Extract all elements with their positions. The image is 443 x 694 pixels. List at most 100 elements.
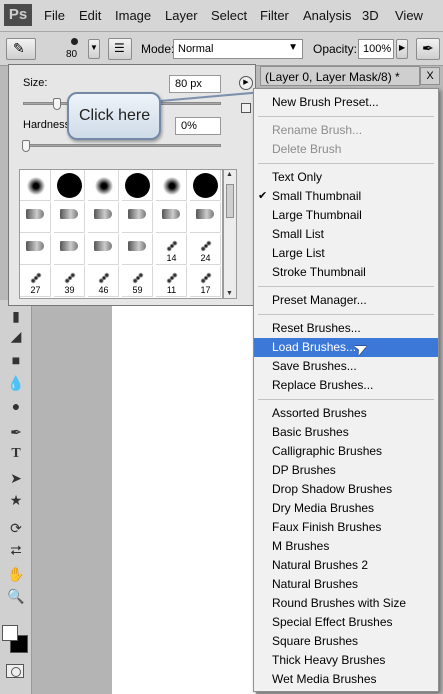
menu-item-preset-manager[interactable]: Preset Manager... — [254, 291, 438, 310]
menu-analysis[interactable]: Analysis — [303, 8, 351, 23]
brush-preset[interactable]: 17 — [190, 266, 221, 297]
document-tab[interactable]: (Layer 0, Layer Mask/8) * — [260, 66, 420, 86]
menu-item-basic-brushes[interactable]: Basic Brushes — [254, 423, 438, 442]
new-preset-icon[interactable] — [241, 103, 251, 113]
brush-preset[interactable]: 11 — [156, 266, 187, 297]
brush-preset[interactable] — [20, 202, 51, 233]
paint-bucket-icon[interactable]: ◢ — [5, 326, 27, 346]
brush-preset[interactable]: 59 — [122, 266, 153, 297]
opacity-slider-toggle[interactable]: ▶ — [396, 39, 408, 59]
menu-item-stroke-thumbnail[interactable]: Stroke Thumbnail — [254, 263, 438, 282]
menu-item-large-list[interactable]: Large List — [254, 244, 438, 263]
brush-preset[interactable] — [20, 234, 51, 265]
hardness-slider[interactable] — [22, 140, 221, 152]
menu-image[interactable]: Image — [115, 8, 151, 23]
menu-item-large-thumbnail[interactable]: Large Thumbnail — [254, 206, 438, 225]
menu-item-dp-brushes[interactable]: DP Brushes — [254, 461, 438, 480]
brush-preset[interactable] — [156, 202, 187, 233]
shape-icon[interactable]: ★ — [5, 490, 27, 510]
type-icon[interactable]: T — [5, 444, 27, 464]
blur-icon[interactable]: 💧 — [5, 373, 27, 393]
brush-preset[interactable] — [54, 234, 85, 265]
brush-preset[interactable] — [20, 170, 51, 201]
opacity-label: Opacity: — [313, 42, 358, 56]
path-selection-icon[interactable]: ➤ — [5, 468, 27, 488]
hand-icon[interactable]: ✋ — [5, 564, 27, 584]
brush-preset[interactable]: 27 — [20, 266, 51, 297]
scrollbar-thumb[interactable] — [226, 184, 234, 218]
size-slider-thumb[interactable] — [53, 98, 61, 110]
eraser-icon[interactable]: ▮ — [5, 306, 27, 326]
menu-item-square-brushes[interactable]: Square Brushes — [254, 632, 438, 651]
brush-grid-scrollbar[interactable]: ▲ ▼ — [223, 169, 237, 299]
dodge-icon[interactable]: ● — [5, 396, 27, 416]
menu-layer[interactable]: Layer — [165, 8, 198, 23]
menu-item-wet-media-brushes[interactable]: Wet Media Brushes — [254, 670, 438, 689]
menu-filter[interactable]: Filter — [260, 8, 289, 23]
menu-item-natural-brushes-2[interactable]: Natural Brushes 2 — [254, 556, 438, 575]
menu-view[interactable]: View — [395, 8, 423, 23]
3d-orbit-icon[interactable]: ⮂ — [5, 540, 27, 560]
menu-file[interactable]: File — [44, 8, 65, 23]
brush-preset[interactable] — [122, 170, 153, 201]
menu-edit[interactable]: Edit — [79, 8, 101, 23]
menu-item-natural-brushes[interactable]: Natural Brushes — [254, 575, 438, 594]
pen-icon[interactable]: ✒ — [5, 422, 27, 442]
gradient-icon[interactable]: ■ — [5, 350, 27, 370]
menu-item-replace-brushes[interactable]: Replace Brushes... — [254, 376, 438, 395]
menu-select[interactable]: Select — [211, 8, 247, 23]
chevron-down-icon: ▼ — [90, 43, 98, 52]
document-canvas[interactable] — [112, 300, 256, 694]
scroll-up-icon[interactable]: ▲ — [226, 171, 233, 178]
brush-preset[interactable] — [190, 170, 221, 201]
menu-item-drop-shadow-brushes[interactable]: Drop Shadow Brushes — [254, 480, 438, 499]
airbrush-button[interactable]: ✒ — [416, 38, 440, 60]
brush-panel-toggle[interactable]: ☰ — [108, 38, 132, 60]
menu-3d[interactable]: 3D — [362, 8, 379, 23]
menu-item-special-effect-brushes[interactable]: Special Effect Brushes — [254, 613, 438, 632]
brush-picker-preview[interactable]: 80 — [64, 36, 86, 62]
brush-preset[interactable]: 24 — [190, 234, 221, 265]
brush-preset[interactable]: 39 — [54, 266, 85, 297]
menu-item-small-thumbnail[interactable]: ✔ Small Thumbnail — [254, 187, 438, 206]
brush-preset[interactable] — [190, 202, 221, 233]
zoom-icon[interactable]: 🔍 — [5, 586, 27, 606]
menu-item-thick-heavy-brushes[interactable]: Thick Heavy Brushes — [254, 651, 438, 670]
scroll-down-icon[interactable]: ▼ — [226, 290, 233, 297]
brush-preset[interactable] — [122, 202, 153, 233]
opacity-input[interactable]: 100% — [358, 39, 394, 59]
tool-preset-picker[interactable]: ✎ — [6, 38, 36, 60]
menu-item-load-brushes[interactable]: Load Brushes... — [254, 338, 438, 357]
menu-item-calligraphic-brushes[interactable]: Calligraphic Brushes — [254, 442, 438, 461]
menu-item-m-brushes[interactable]: M Brushes — [254, 537, 438, 556]
menu-item-dry-media-brushes[interactable]: Dry Media Brushes — [254, 499, 438, 518]
menu-item-save-brushes[interactable]: Save Brushes... — [254, 357, 438, 376]
brush-preset[interactable]: 14 — [156, 234, 187, 265]
brush-preset[interactable] — [54, 202, 85, 233]
mode-select[interactable]: Normal ▼ — [173, 39, 303, 59]
brush-preset[interactable] — [156, 170, 187, 201]
hardness-slider-thumb[interactable] — [22, 140, 30, 152]
foreground-color-swatch[interactable] — [2, 625, 18, 641]
size-input[interactable]: 80 px — [169, 75, 221, 93]
menu-item-assorted-brushes[interactable]: Assorted Brushes — [254, 404, 438, 423]
menu-item-reset-brushes[interactable]: Reset Brushes... — [254, 319, 438, 338]
3d-rotate-icon[interactable]: ⟳ — [5, 518, 27, 538]
brush-preset[interactable] — [122, 234, 153, 265]
brush-preset[interactable] — [88, 234, 119, 265]
brush-preset[interactable] — [88, 170, 119, 201]
menu-item-faux-finish-brushes[interactable]: Faux Finish Brushes — [254, 518, 438, 537]
menu-item-round-brushes-with-size[interactable]: Round Brushes with Size — [254, 594, 438, 613]
menu-item-text-only[interactable]: Text Only — [254, 168, 438, 187]
quick-mask-icon[interactable] — [6, 664, 24, 678]
brush-preset[interactable] — [54, 170, 85, 201]
close-tab-button[interactable]: X — [420, 67, 440, 85]
menu-item-new-brush-preset[interactable]: New Brush Preset... — [254, 93, 438, 112]
panel-menu-icon[interactable]: ▶ — [239, 76, 253, 90]
brush-picker-toggle[interactable]: ▼ — [88, 39, 100, 59]
brush-preset[interactable]: 46 — [88, 266, 119, 297]
menu-item-label: M Brushes — [272, 539, 330, 553]
menu-item-small-list[interactable]: Small List — [254, 225, 438, 244]
hardness-input[interactable]: 0% — [175, 117, 221, 135]
brush-preset[interactable] — [88, 202, 119, 233]
